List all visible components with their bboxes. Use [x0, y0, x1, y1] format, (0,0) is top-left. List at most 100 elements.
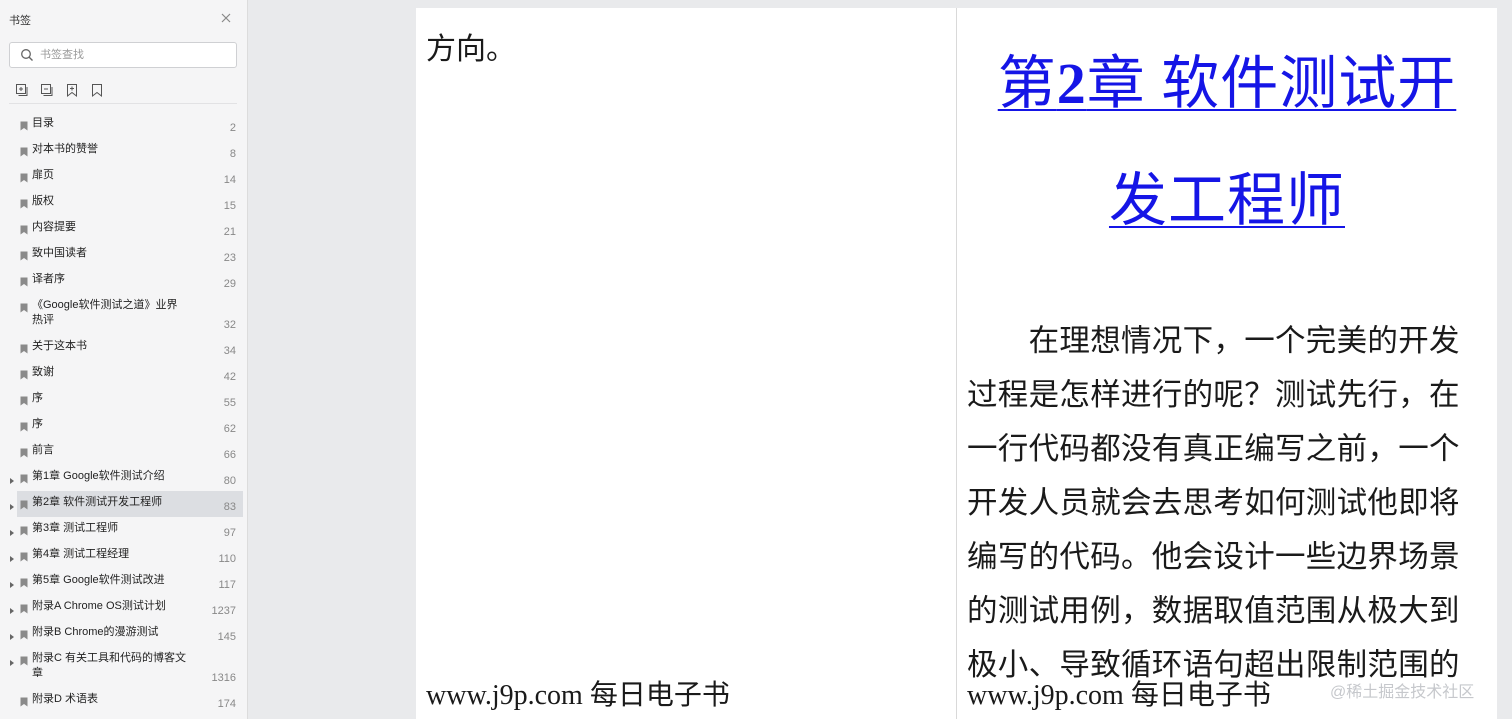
bookmark-item[interactable]: 附录D 术语表 174	[0, 688, 248, 714]
bookmark-item[interactable]: 前言 66	[0, 439, 248, 465]
bookmark-search-input[interactable]	[40, 46, 230, 64]
pdf-page-right: 第2章 软件测试开 发工程师 在理想情况下，一个完美的开发 过程是怎样进行的呢？测…	[957, 8, 1497, 719]
bookmark-icon	[20, 445, 28, 458]
sidebar-header: 书签	[0, 0, 248, 38]
bookmark-page-number: 62	[223, 423, 236, 435]
bookmark-item[interactable]: 附录A Chrome OS测试计划 1237	[0, 595, 248, 621]
bookmark-item[interactable]: 第5章 Google软件测试改进 117	[0, 569, 248, 595]
bookmark-item[interactable]: 《Google软件测试之道》业界热评 32	[0, 294, 248, 335]
bookmark-label: 译者序	[32, 273, 65, 285]
bookmark-page-number: 55	[223, 397, 236, 409]
bookmark-icon	[20, 170, 28, 183]
bookmark-page-number: 97	[223, 527, 236, 539]
collapse-all-icon[interactable]	[39, 82, 55, 98]
expand-arrow-icon[interactable]	[8, 602, 16, 614]
bookmark-icon	[20, 367, 28, 380]
expand-all-icon[interactable]	[14, 82, 30, 98]
bookmark-page-number: 1237	[211, 605, 236, 617]
bookmark-item[interactable]: 扉页 14	[0, 164, 248, 190]
bookmark-page-number: 145	[217, 631, 236, 643]
bookmark-item[interactable]: 序 55	[0, 387, 248, 413]
bookmark-icon	[20, 118, 28, 131]
expand-arrow-icon[interactable]	[8, 498, 16, 510]
bookmark-label: 前言	[32, 444, 54, 456]
bookmark-item[interactable]: 第3章 测试工程师 97	[0, 517, 248, 543]
bookmark-item[interactable]: 译者序 29	[0, 268, 248, 294]
bookmark-page-number: 29	[223, 278, 236, 290]
bookmark-item[interactable]: 第2章 软件测试开发工程师 83	[0, 491, 248, 517]
toolbar-divider	[9, 103, 237, 104]
expand-arrow-icon[interactable]	[8, 576, 16, 588]
bookmark-icon	[20, 694, 28, 707]
bookmark-label: 序	[32, 392, 43, 404]
bookmark-page-number: 117	[218, 579, 236, 591]
bookmark-icon	[20, 274, 28, 287]
bookmark-icon	[20, 196, 28, 209]
bookmark-icon	[20, 627, 28, 640]
chapter-title-link-line2[interactable]: 发工程师	[957, 153, 1497, 237]
bookmark-search-box[interactable]	[9, 42, 237, 68]
expand-arrow-icon[interactable]	[8, 472, 16, 484]
bookmark-page-number: 32	[223, 319, 236, 331]
close-icon[interactable]	[218, 10, 234, 26]
bookmark-item[interactable]: 第1章 Google软件测试介绍 80	[0, 465, 248, 491]
page-footer: www.j9p.com 每日电子书	[426, 680, 730, 711]
expand-arrow-icon[interactable]	[8, 524, 16, 536]
bookmark-label: 目录	[32, 117, 54, 129]
bookmark-label: 序	[32, 418, 43, 430]
bookmark-label: 附录D 术语表	[32, 693, 98, 705]
search-icon	[20, 48, 34, 62]
bookmark-page-number: 2	[229, 122, 236, 134]
document-viewer[interactable]: 方向。 www.j9p.com 每日电子书 第2章 软件测试开 发工程师 在理想…	[249, 0, 1512, 719]
bookmark-page-number: 1316	[211, 672, 236, 684]
bookmark-item[interactable]: 附录C 有关工具和代码的博客文章 1316	[0, 647, 248, 688]
watermark: @稀土掘金技术社区	[1330, 684, 1475, 701]
bookmark-icon	[20, 393, 28, 406]
bookmark-icon[interactable]	[89, 82, 105, 98]
sidebar-title: 书签	[9, 15, 31, 27]
bookmark-label: 关于这本书	[32, 340, 87, 352]
bookmark-page-number: 110	[218, 553, 236, 565]
bookmark-item[interactable]: 版权 15	[0, 190, 248, 216]
paragraph-line: 过程是怎样进行的呢？测试先行，在	[967, 378, 1460, 412]
bookmark-label: 第2章 软件测试开发工程师	[32, 496, 163, 508]
bookmark-label: 附录A Chrome OS测试计划	[32, 600, 166, 612]
pdf-page-left: 方向。 www.j9p.com 每日电子书	[416, 8, 956, 719]
bookmark-label: 扉页	[32, 169, 54, 181]
bookmark-icon	[20, 471, 28, 484]
bookmark-label: 致谢	[32, 366, 54, 378]
bookmark-label: 版权	[32, 195, 54, 207]
expand-arrow-icon[interactable]	[8, 628, 16, 640]
bookmark-item[interactable]: 内容提要 21	[0, 216, 248, 242]
paragraph-line: 一行代码都没有真正编写之前，一个	[967, 432, 1460, 466]
add-bookmark-icon[interactable]	[64, 82, 80, 98]
page-footer: www.j9p.com 每日电子书	[967, 680, 1271, 711]
chapter-title-link[interactable]: 第2章 软件测试开	[957, 36, 1497, 120]
bookmark-icon	[20, 497, 28, 510]
page-text: 方向。	[426, 33, 516, 66]
bookmark-page-number: 8	[229, 148, 236, 160]
bookmark-item[interactable]: 序 62	[0, 413, 248, 439]
expand-arrow-icon[interactable]	[8, 654, 16, 666]
bookmark-item[interactable]: 附录B Chrome的漫游测试 145	[0, 621, 248, 647]
bookmark-page-number: 34	[223, 345, 236, 357]
bookmark-item[interactable]: 关于这本书 34	[0, 335, 248, 361]
bookmark-page-number: 42	[223, 371, 236, 383]
paragraph-line: 的测试用例，数据取值范围从极大到	[967, 594, 1460, 628]
bookmark-icon	[20, 222, 28, 235]
bookmark-label: 第5章 Google软件测试改进	[32, 574, 165, 586]
bookmark-item[interactable]: 对本书的赞誉 8	[0, 138, 248, 164]
chapter-number: 2	[1056, 51, 1087, 116]
bookmark-item[interactable]: 目录 2	[0, 112, 248, 138]
bookmark-label: 第1章 Google软件测试介绍	[32, 470, 165, 482]
bookmark-icon	[20, 653, 28, 666]
bookmark-icon	[20, 300, 28, 313]
bookmark-item[interactable]: 致中国读者 23	[0, 242, 248, 268]
bookmark-item[interactable]: 致谢 42	[0, 361, 248, 387]
bookmark-item[interactable]: 第4章 测试工程经理 110	[0, 543, 248, 569]
bookmark-page-number: 174	[217, 698, 236, 710]
expand-arrow-icon[interactable]	[8, 550, 16, 562]
bookmark-label: 第4章 测试工程经理	[32, 548, 130, 560]
bookmark-label: 附录C 有关工具和代码的博客文章	[32, 652, 186, 679]
bookmark-icon	[20, 144, 28, 157]
